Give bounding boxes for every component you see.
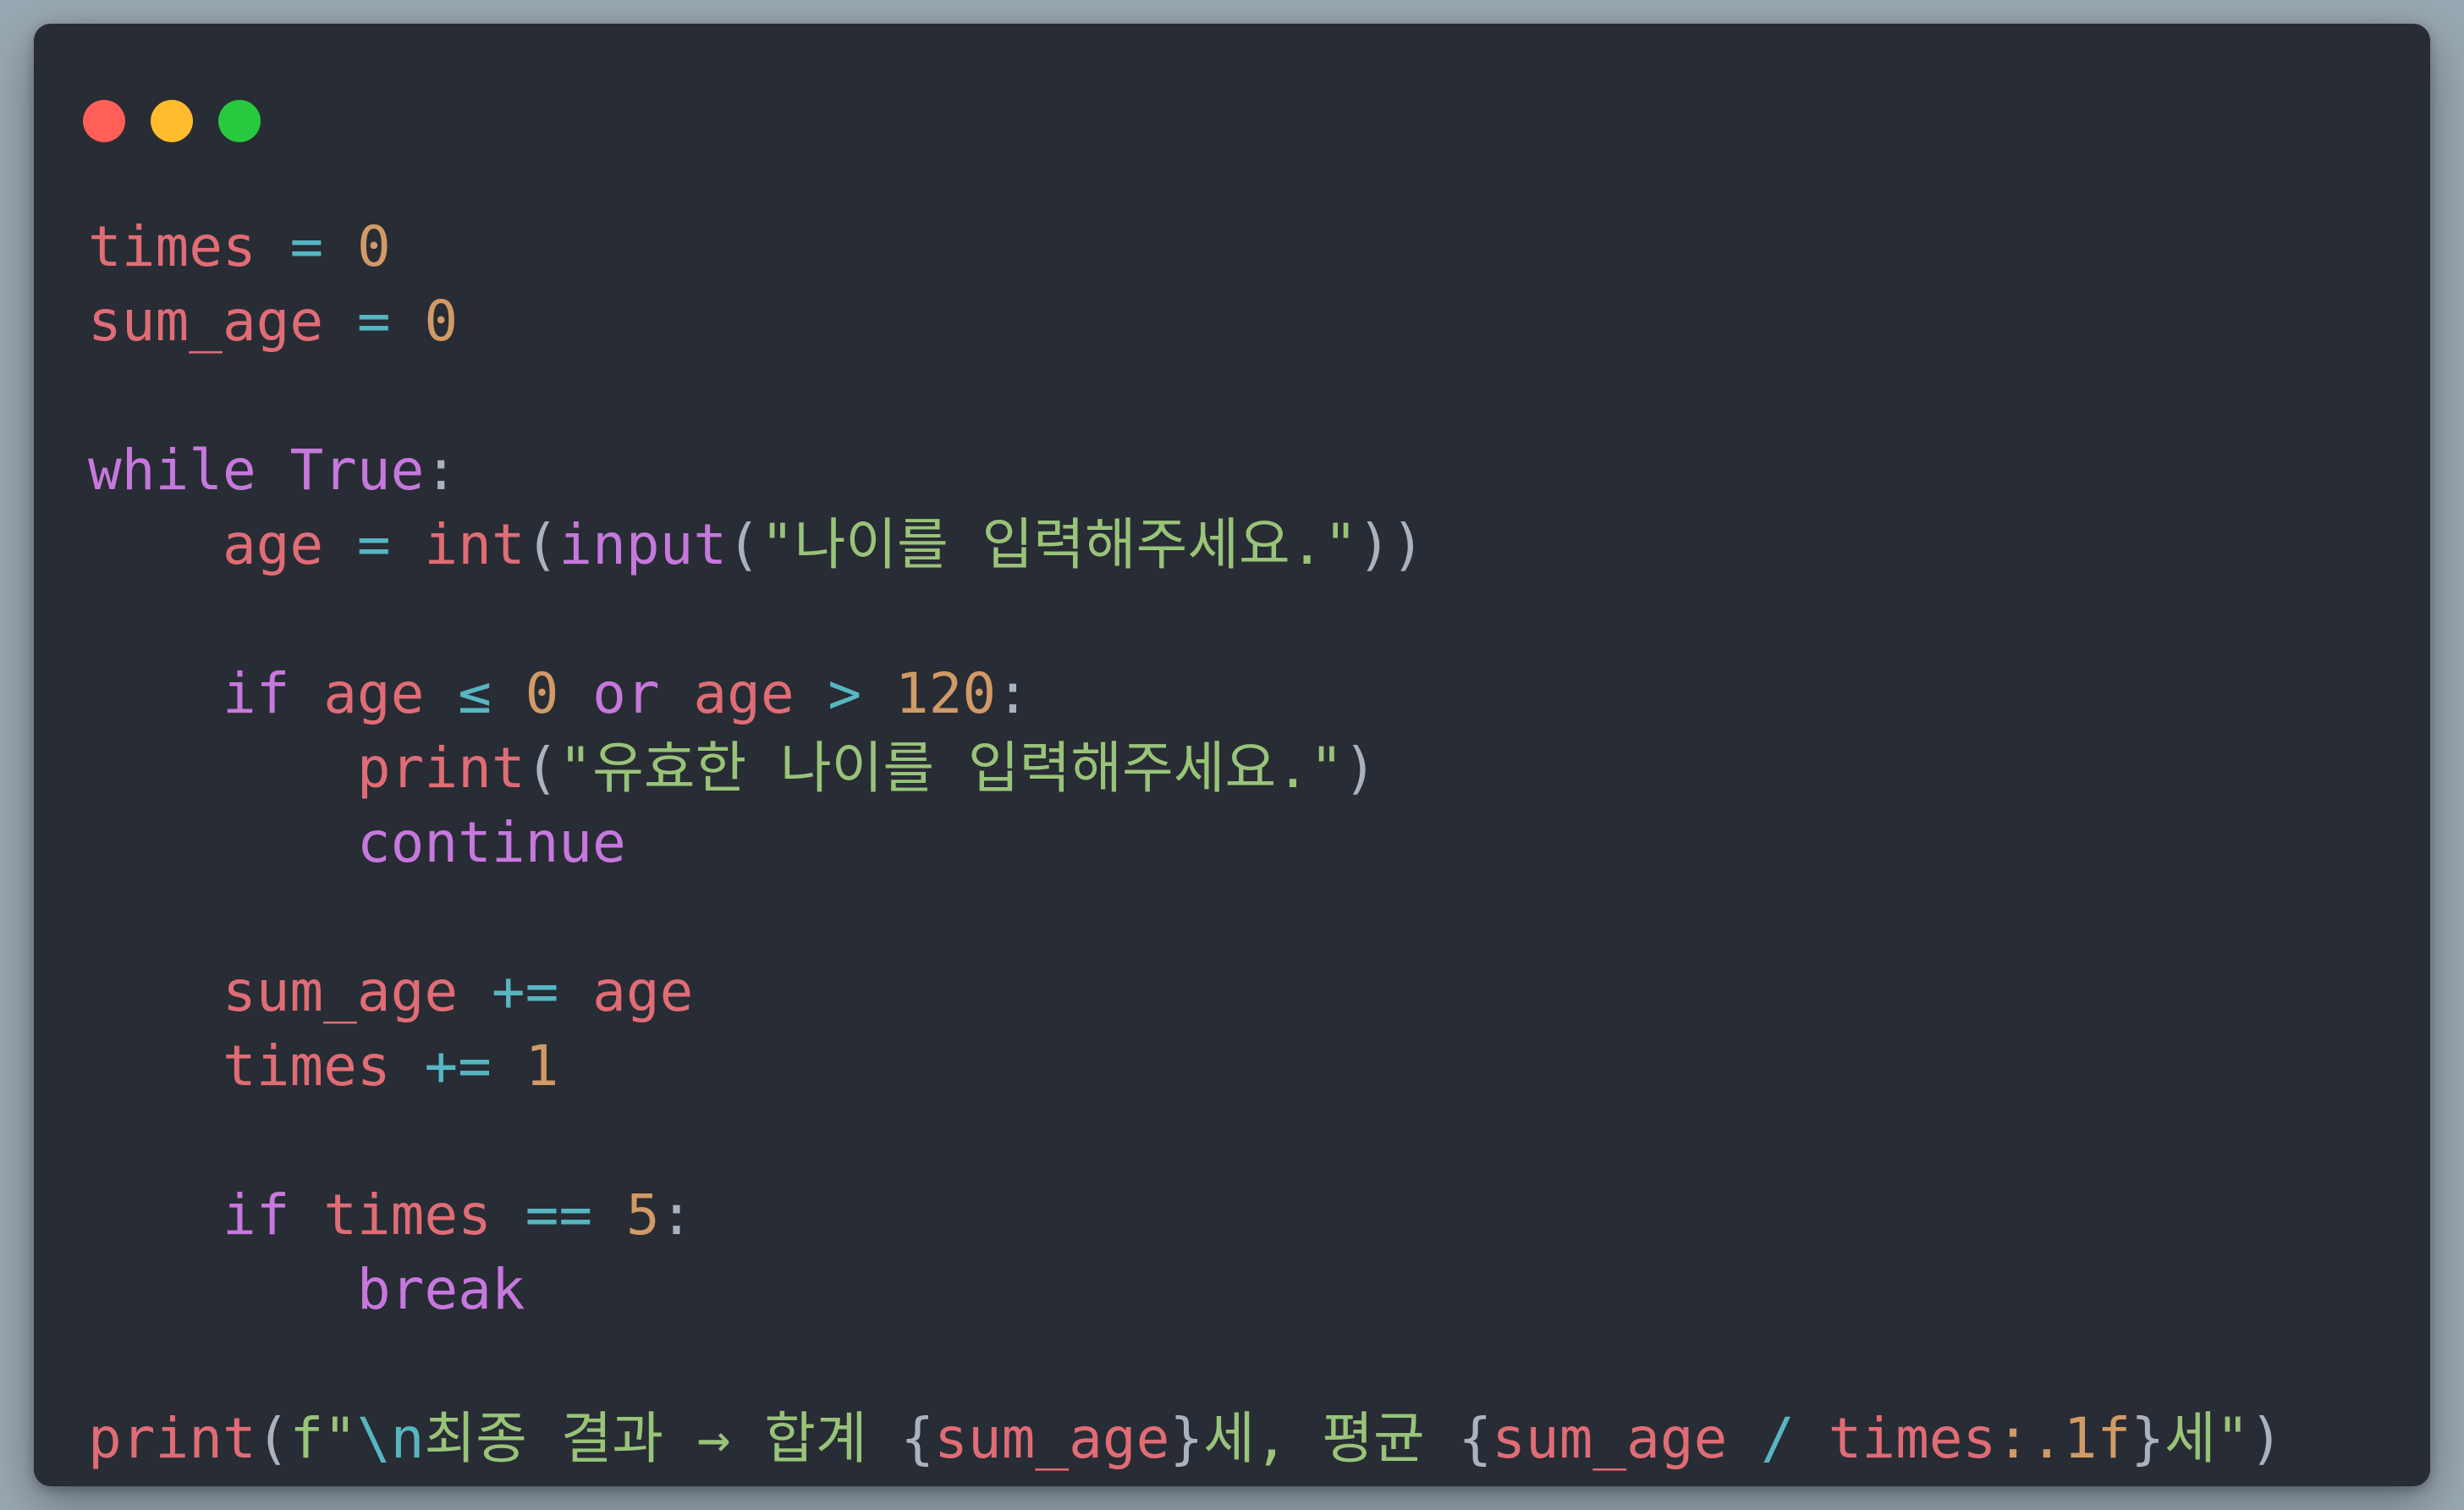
token-num: 0 <box>356 214 391 279</box>
token-op: += <box>424 1033 492 1099</box>
token-string: "나이를 입력해주세요." <box>760 512 1358 577</box>
token-string: f" <box>289 1406 357 1471</box>
token-brace: } <box>2131 1406 2164 1471</box>
token-paren: ) <box>2249 1406 2284 1471</box>
token-keyword: while <box>88 438 256 503</box>
token-var: age <box>222 512 324 577</box>
minimize-button[interactable] <box>151 100 193 142</box>
token-op: = <box>289 214 324 279</box>
token-op: > <box>828 661 862 726</box>
token-op: = <box>356 512 391 577</box>
code-window: times = 0 sum_age = 0 while True: age = in… <box>34 24 2430 1486</box>
code-line-14: if times == 5: <box>88 1178 2283 1253</box>
token-brace: { <box>900 1406 935 1471</box>
token-var: sum_age <box>88 289 324 354</box>
token-const: True <box>289 438 425 503</box>
code-line-7: if age ≤ 0 or age > 120: <box>88 657 2283 731</box>
token-paren: ( <box>525 736 559 801</box>
token-paren: ) <box>1343 736 1378 801</box>
token-builtin: input <box>558 512 728 577</box>
token-op: ≤ <box>458 661 492 726</box>
close-button[interactable] <box>83 100 125 142</box>
token-var: times <box>88 214 256 279</box>
token-string: 세" <box>2164 1406 2250 1471</box>
window-controls <box>83 100 261 142</box>
code-line-12: times += 1 <box>88 1029 2283 1104</box>
token-keyword: continue <box>356 810 626 875</box>
token-format: :.1f <box>1996 1406 2131 1471</box>
code-line-4: while True: <box>88 433 2283 508</box>
token-var: age <box>592 959 694 1024</box>
token-op: += <box>491 959 559 1024</box>
token-brace: } <box>1169 1406 1204 1471</box>
token-string: 세, 평균 <box>1203 1406 1459 1471</box>
token-num: 5 <box>625 1182 660 1248</box>
token-builtin: print <box>356 736 525 801</box>
token-string: "유효한 나이를 입력해주세요." <box>558 736 1344 801</box>
zoom-button[interactable] <box>218 100 261 142</box>
token-builtin: int <box>424 512 525 577</box>
token-paren: )) <box>1357 512 1425 577</box>
token-builtin: print <box>88 1406 256 1471</box>
code-block: times = 0 sum_age = 0 while True: age = in… <box>88 210 2283 1476</box>
token-var: times <box>323 1182 492 1248</box>
token-paren: ( <box>256 1406 290 1471</box>
token-op: == <box>525 1182 593 1248</box>
code-line-8: print("유효한 나이를 입력해주세요.") <box>88 731 2283 806</box>
token-op: = <box>356 289 391 354</box>
token-op: / <box>1761 1406 1795 1471</box>
token-keyword: or <box>592 661 660 726</box>
token-keyword: if <box>222 661 290 726</box>
token-num: 1 <box>525 1033 559 1099</box>
token-var: age <box>323 661 425 726</box>
token-string: 최종 결과 → 합계 <box>424 1406 901 1471</box>
token-var: age <box>693 661 795 726</box>
token-escape: \n <box>356 1406 425 1471</box>
token-var: times <box>1828 1406 1997 1471</box>
code-line-17: print(f"\n최종 결과 → 합계 {sum_age}세, 평균 {sum… <box>88 1402 2283 1476</box>
token-paren: ( <box>525 512 559 577</box>
code-line-1: times = 0 <box>88 210 2283 284</box>
token-brace: { <box>1458 1406 1493 1471</box>
token-keyword: break <box>356 1257 525 1322</box>
code-line-5: age = int(input("나이를 입력해주세요.")) <box>88 508 2283 582</box>
token-punc: : <box>424 438 459 503</box>
token-var: sum_age <box>934 1406 1170 1471</box>
token-punc: : <box>659 1182 694 1248</box>
code-line-15: break <box>88 1253 2283 1327</box>
code-line-9: continue <box>88 806 2283 880</box>
token-punc: : <box>996 661 1030 726</box>
token-num: 0 <box>525 661 559 726</box>
token-var: times <box>222 1033 391 1099</box>
token-num: 0 <box>424 289 459 354</box>
token-var: sum_age <box>222 959 459 1024</box>
code-line-2: sum_age = 0 <box>88 284 2283 359</box>
token-keyword: if <box>222 1182 290 1248</box>
token-paren: ( <box>727 512 761 577</box>
token-num: 120 <box>894 661 997 726</box>
code-line-11: sum_age += age <box>88 955 2283 1029</box>
token-var: sum_age <box>1492 1406 1728 1471</box>
